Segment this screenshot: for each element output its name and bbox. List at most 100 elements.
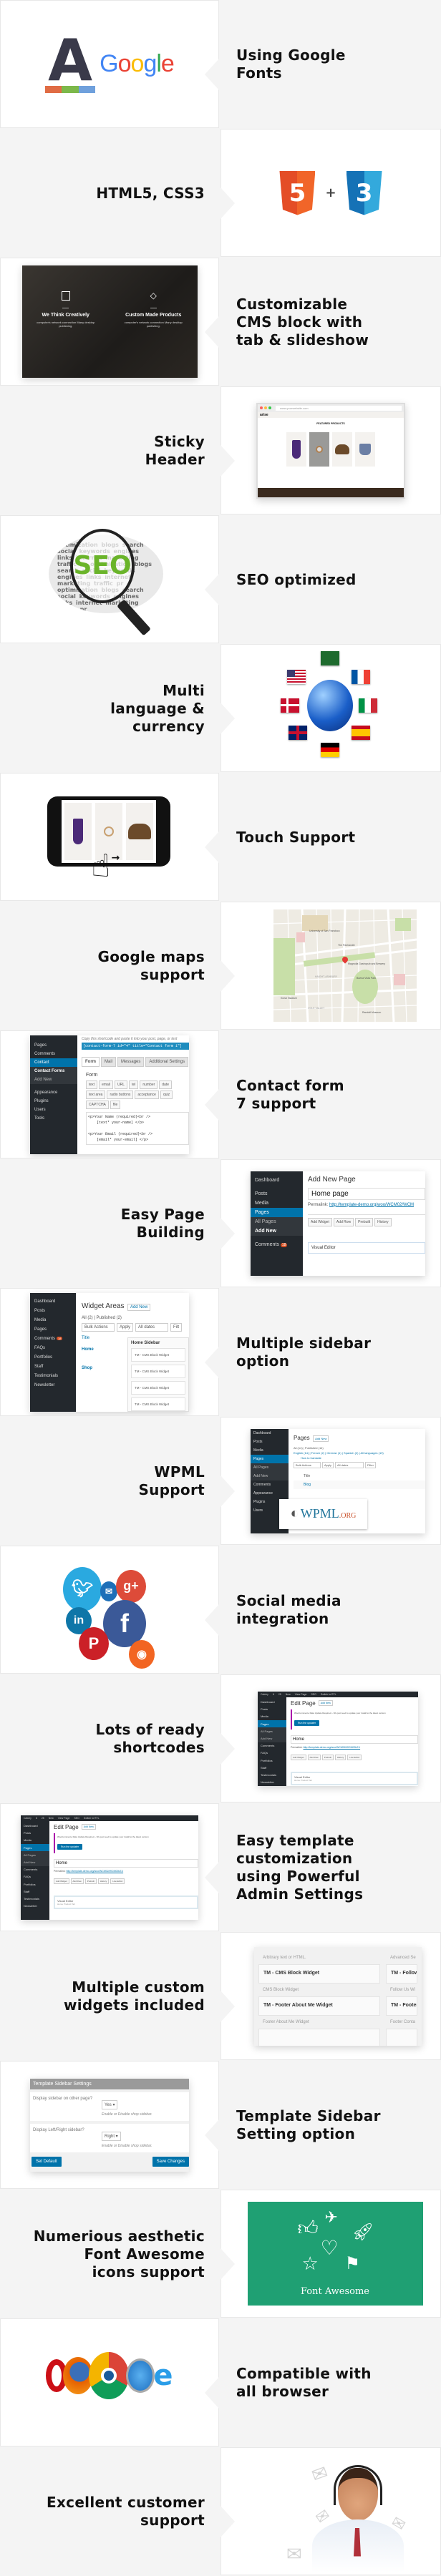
admin-bar-item[interactable]: Catchy <box>24 1817 32 1820</box>
tag-button[interactable]: URL <box>115 1080 128 1089</box>
tab-messages[interactable]: Messages <box>117 1056 145 1067</box>
admin-bar-item[interactable]: SEO <box>74 1817 79 1820</box>
menu-item[interactable]: Comments <box>21 1866 49 1873</box>
tab-mail[interactable]: Mail <box>101 1056 117 1067</box>
builder-button[interactable]: Add Row <box>70 1878 84 1884</box>
widget-item[interactable]: TM - Footer About Me Widget <box>258 1996 380 2016</box>
menu-item[interactable]: FAQs <box>258 1750 286 1757</box>
tag-button[interactable]: tel <box>129 1080 139 1089</box>
page-title-input[interactable]: Home <box>54 1858 198 1868</box>
widget-item[interactable]: TM - Follow <box>386 1963 417 1984</box>
menu-item[interactable]: Dashboard <box>251 1429 289 1438</box>
admin-bar-item[interactable]: SEO <box>311 1693 316 1696</box>
admin-bar-item[interactable]: Catchy <box>261 1693 268 1696</box>
bulk-actions-select[interactable]: Bulk Actions <box>294 1461 321 1468</box>
builder-button[interactable]: History <box>334 1754 346 1760</box>
tag-button[interactable]: CAPTCHA <box>86 1100 109 1109</box>
tag-button[interactable]: radio buttons <box>107 1090 134 1099</box>
menu-item[interactable]: Posts <box>30 1307 76 1316</box>
builder-button[interactable]: Live Editor <box>347 1754 362 1760</box>
menu-item[interactable]: Newsletter <box>258 1779 286 1786</box>
menu-item[interactable]: Media <box>30 1316 76 1325</box>
tab-form[interactable]: Form <box>82 1056 100 1067</box>
widget-item[interactable]: TM - CMS Block Widget <box>131 1397 185 1411</box>
widget-item[interactable] <box>258 2028 380 2046</box>
tag-button[interactable]: date <box>159 1080 172 1089</box>
add-new-button[interactable]: Add New <box>313 1435 329 1442</box>
save-changes-button[interactable]: Save Changes <box>152 2156 189 2167</box>
visual-editor-widget[interactable]: Visual Editor <box>308 1241 425 1254</box>
builder-button[interactable]: History <box>97 1878 110 1884</box>
menu-item[interactable]: Appearance <box>251 1489 289 1498</box>
menu-item[interactable]: Add New <box>251 1471 289 1480</box>
filter-button[interactable]: Filt <box>170 1322 183 1332</box>
tag-button[interactable]: text area <box>86 1090 106 1099</box>
widget-item[interactable]: TM - CMS Block Widget <box>131 1347 185 1362</box>
shortcode-field[interactable]: [contact-form-7 id="4" title="Contact fo… <box>82 1042 189 1050</box>
widget-item[interactable]: TM - Footer <box>386 1996 417 2016</box>
permalink-link[interactable]: http://template-demo.org/woo/WCM02/WCM02… <box>304 1746 361 1749</box>
menu-item[interactable]: Pages <box>21 1844 49 1852</box>
builder-button[interactable]: History <box>374 1217 392 1226</box>
admin-bar-item[interactable]: 25 <box>42 1817 44 1820</box>
menu-item[interactable]: Comments 18 <box>30 1335 76 1344</box>
menu-item[interactable]: Dashboard <box>258 1699 286 1706</box>
builder-button[interactable]: Prebuilt <box>355 1217 374 1226</box>
visual-editor-widget[interactable]: Visual Editor Home Product Tab <box>54 1895 198 1909</box>
menu-item[interactable]: Staff <box>30 1362 76 1372</box>
table-row[interactable]: Blog <box>294 1480 425 1489</box>
menu-item[interactable]: Newsletter <box>30 1381 76 1390</box>
status-filters[interactable]: All (14) | Published (14) <box>294 1446 425 1450</box>
how-to-translate-link[interactable]: How to translate <box>294 1456 425 1460</box>
menu-item[interactable]: Staff <box>21 1888 49 1895</box>
page-title-input[interactable]: Home <box>291 1735 418 1744</box>
menu-item[interactable]: Pages <box>251 1454 289 1463</box>
run-updater-button[interactable]: Run the updater <box>294 1719 320 1726</box>
menu-item[interactable]: Portfolios <box>258 1757 286 1764</box>
menu-item[interactable]: All Pages <box>258 1727 286 1735</box>
menu-item[interactable]: Add New <box>21 1858 49 1866</box>
menu-item[interactable]: All Pages <box>251 1463 289 1472</box>
tag-button[interactable]: email <box>99 1080 114 1089</box>
permalink-link[interactable]: http://template-demo.org/woo/WCM02/WCM <box>329 1203 414 1207</box>
menu-item[interactable]: Dashboard <box>21 1823 49 1830</box>
menu-item[interactable]: Portfolios <box>30 1353 76 1362</box>
menu-item[interactable]: Posts <box>258 1706 286 1713</box>
admin-bar-item[interactable]: 25 <box>278 1693 281 1696</box>
admin-bar-item[interactable]: Switch to RTL <box>84 1817 100 1820</box>
menu-item[interactable]: Posts <box>21 1830 49 1837</box>
builder-button[interactable]: Add Row <box>307 1754 321 1760</box>
menu-item[interactable]: Media <box>21 1837 49 1844</box>
widget-item[interactable]: TM - CMS Block Widget <box>131 1380 185 1395</box>
run-updater-button[interactable]: Run the updater <box>57 1843 83 1850</box>
dates-select[interactable]: All dates <box>335 1461 364 1468</box>
menu-item[interactable]: Media <box>251 1446 289 1455</box>
widget-item[interactable]: TM - CMS Block Widget <box>258 1963 380 1984</box>
menu-item[interactable]: Dashboard <box>30 1297 76 1307</box>
menu-item[interactable]: Comments <box>258 1742 286 1750</box>
admin-bar-item[interactable]: 6 <box>36 1817 37 1820</box>
form-code-editor[interactable]: <p>Your Name (required)<br /> [text* you… <box>86 1111 189 1145</box>
permalink-link[interactable]: http://template-demo.org/woo/WCM02/WCM02… <box>67 1870 124 1873</box>
select-field[interactable]: Yes ▾ <box>102 2099 118 2109</box>
tag-button[interactable]: acceptance <box>135 1090 159 1099</box>
menu-item[interactable]: Testimonials <box>21 1895 49 1902</box>
add-new-button[interactable]: Add New <box>81 1824 96 1830</box>
menu-item[interactable]: Posts <box>251 1438 289 1446</box>
admin-bar-item[interactable]: View Page <box>58 1817 70 1820</box>
tag-button[interactable]: quiz <box>160 1090 173 1099</box>
tag-button[interactable]: file <box>110 1100 121 1109</box>
visual-editor-widget[interactable]: Visual Editor Home Product Tab <box>291 1771 418 1785</box>
builder-button[interactable]: Prebuilt <box>84 1878 97 1884</box>
menu-item[interactable]: FAQs <box>30 1344 76 1353</box>
bulk-actions-select[interactable]: Bulk Actions <box>82 1322 115 1332</box>
admin-bar-item[interactable]: New <box>49 1817 54 1820</box>
dates-select[interactable]: All dates <box>135 1322 169 1332</box>
menu-item[interactable]: Portfolios <box>21 1880 49 1888</box>
apply-button[interactable]: Apply <box>117 1322 134 1332</box>
builder-button[interactable]: Live Editor <box>110 1878 125 1884</box>
language-filters[interactable]: English (14) | French (2) | German (1) |… <box>294 1451 425 1455</box>
menu-item[interactable]: Pages <box>258 1720 286 1728</box>
menu-item[interactable]: FAQs <box>21 1873 49 1880</box>
admin-bar-item[interactable]: New <box>286 1693 291 1696</box>
